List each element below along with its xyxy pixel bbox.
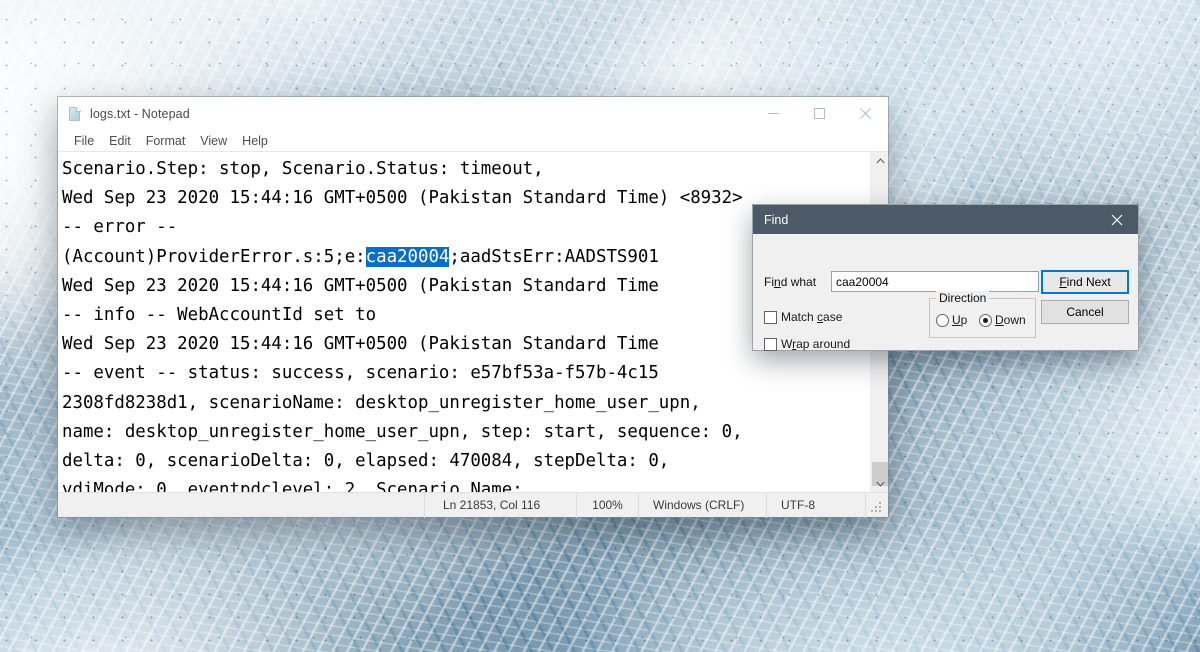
menu-item-help[interactable]: Help xyxy=(235,132,275,150)
button-accesskey: F xyxy=(1059,275,1067,289)
status-line-endings: Windows (CRLF) xyxy=(638,492,766,518)
direction-label: Direction xyxy=(936,291,990,305)
maximize-icon[interactable] xyxy=(796,97,842,130)
notepad-document-icon xyxy=(67,106,83,122)
label-accesskey: n xyxy=(774,275,781,289)
search-match-highlight: caa20004 xyxy=(365,246,450,267)
status-zoom-level: 100% xyxy=(576,492,638,518)
find-dialog[interactable]: Find Find what Find Next Cancel Directio… xyxy=(753,205,1138,351)
label-part: Fi xyxy=(764,275,774,289)
window-title: logs.txt - Notepad xyxy=(90,106,190,121)
checkbox-wrap-around[interactable]: Wrap around xyxy=(764,337,850,351)
notepad-titlebar[interactable]: logs.txt - Notepad xyxy=(58,97,888,130)
checkbox-match-case[interactable]: Match case xyxy=(764,310,842,324)
radio-button-icon xyxy=(936,313,949,327)
status-cursor-position: Ln 21853, Col 116 xyxy=(424,492,576,518)
resize-grip-icon[interactable] xyxy=(866,493,888,518)
checkbox-label: Match case xyxy=(781,310,843,324)
find-next-button[interactable]: Find Next xyxy=(1041,270,1129,294)
chevron-down-icon[interactable] xyxy=(871,475,888,492)
close-icon[interactable] xyxy=(1096,205,1138,234)
log-line: delta: 0, scenarioDelta: 0, elapsed: 470… xyxy=(62,451,670,472)
log-line: name: desktop_unregister_home_user_upn, … xyxy=(62,421,743,442)
radio-button-selected-icon xyxy=(979,313,992,327)
button-label: ind Next xyxy=(1066,275,1111,289)
status-encoding: UTF-8 xyxy=(766,492,866,518)
find-what-input[interactable] xyxy=(831,271,1039,292)
radio-label: Down xyxy=(995,313,1026,327)
find-what-label: Find what xyxy=(764,275,816,289)
menu-item-edit[interactable]: Edit xyxy=(102,132,138,150)
radio-label: Up xyxy=(952,313,968,327)
log-line-error: (Account)ProviderError.s:5;e:caa20004;aa… xyxy=(62,246,659,267)
find-dialog-content: Find what Find Next Cancel Direction Up … xyxy=(753,234,1138,351)
notepad-status-bar: Ln 21853, Col 116 100% Windows (CRLF) UT… xyxy=(58,492,888,518)
log-line: -- event -- status: success, scenario: e… xyxy=(62,363,659,384)
checkbox-icon xyxy=(764,310,777,324)
find-dialog-titlebar[interactable]: Find xyxy=(753,205,1138,234)
menu-item-format[interactable]: Format xyxy=(139,132,193,150)
minimize-icon[interactable] xyxy=(750,97,796,130)
log-line: 2308fd8238d1, scenarioName: desktop_unre… xyxy=(62,392,701,413)
window-controls xyxy=(750,97,888,130)
log-line: vdiMode: 0, eventpdclevel: 2, Scenario.N… xyxy=(62,480,523,492)
log-line: -- error -- xyxy=(62,217,178,238)
button-label: Cancel xyxy=(1066,305,1104,319)
radio-direction-down[interactable]: Down xyxy=(979,313,1026,327)
chevron-up-icon[interactable] xyxy=(871,152,888,169)
close-icon[interactable] xyxy=(842,97,888,130)
error-suffix: ;aadStsErr:AADSTS901 xyxy=(449,246,659,267)
find-dialog-title: Find xyxy=(764,212,789,227)
menu-item-view[interactable]: View xyxy=(193,132,234,150)
error-prefix: (Account)ProviderError.s:5;e: xyxy=(62,246,366,267)
log-line: Wed Sep 23 2020 15:44:16 GMT+0500 (Pakis… xyxy=(62,275,659,296)
log-line: Wed Sep 23 2020 15:44:16 GMT+0500 (Pakis… xyxy=(62,188,743,209)
checkbox-icon xyxy=(764,337,777,351)
menu-item-file[interactable]: File xyxy=(67,132,101,150)
text-editor-area[interactable]: Scenario.Step: stop, Scenario.Status: ti… xyxy=(58,152,870,492)
cancel-button[interactable]: Cancel xyxy=(1041,300,1129,324)
log-line: Wed Sep 23 2020 15:44:16 GMT+0500 (Pakis… xyxy=(62,334,659,355)
checkbox-label: Wrap around xyxy=(781,337,851,351)
log-line: Scenario.Step: stop, Scenario.Status: ti… xyxy=(62,159,544,179)
radio-direction-up[interactable]: Up xyxy=(936,313,967,327)
log-line: -- info -- WebAccountId set to xyxy=(62,305,377,326)
label-part: d what xyxy=(780,275,817,289)
notepad-menubar: File Edit Format View Help xyxy=(58,130,888,152)
